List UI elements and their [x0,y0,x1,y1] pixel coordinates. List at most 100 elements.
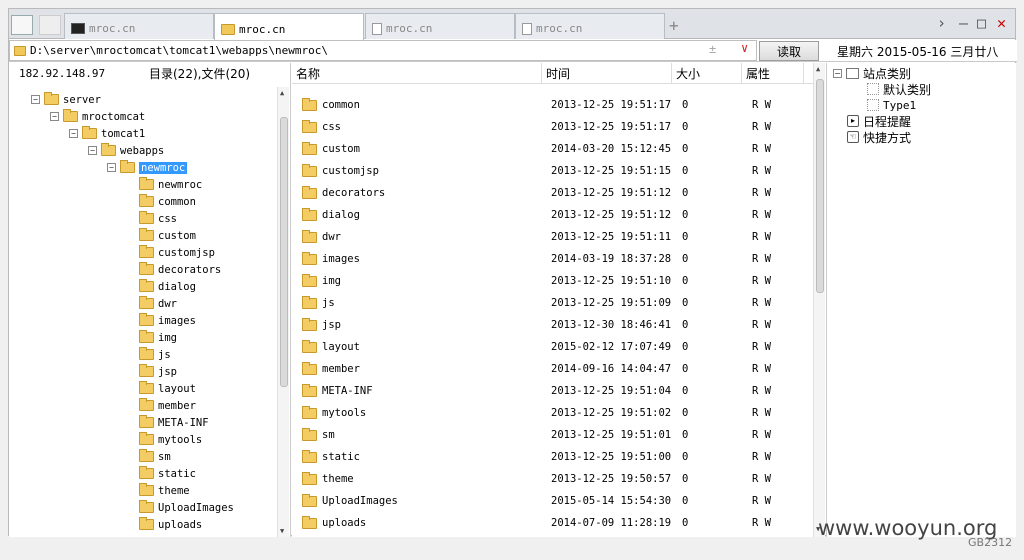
file-row[interactable]: decorators 2013-12-25 19:51:12 0 R W [292,182,813,204]
file-row[interactable]: custom 2014-03-20 15:12:45 0 R W [292,138,813,160]
file-row[interactable]: customjsp 2013-12-25 19:51:15 0 R W [292,160,813,182]
file-attr: R W [752,451,771,463]
chevron-right-icon[interactable]: › [937,14,946,32]
tree-item[interactable]: common [126,193,196,210]
file-time: 2013-12-25 19:51:10 [551,275,672,287]
file-row[interactable]: theme 2013-12-25 19:50:57 0 R W [292,468,813,490]
folder-icon [139,279,154,292]
tree-item[interactable]: META-INF [126,414,209,431]
tab-4[interactable]: mroc.cn [515,13,665,39]
tree-item[interactable]: img [126,329,177,346]
tree-item-site-category[interactable]: − 站点类别 [833,65,911,81]
collapse-icon[interactable]: − [31,95,40,104]
tree-item[interactable]: custom [126,227,196,244]
sidebar-toggle-button[interactable] [11,15,33,35]
scroll-up-icon[interactable]: ▲ [816,65,820,73]
tree-item[interactable]: dialog [126,278,196,295]
collapse-icon[interactable]: − [107,163,116,172]
collapse-icon[interactable]: − [69,129,78,138]
column-attr[interactable]: 属性 [742,63,804,83]
tree-item[interactable]: − tomcat1 [69,125,145,142]
scroll-down-icon[interactable]: ▼ [280,527,284,535]
file-time: 2014-09-16 14:04:47 [551,363,672,375]
tree-item[interactable]: − mroctomcat [50,108,145,125]
tree-item[interactable]: − webapps [88,142,164,159]
file-row[interactable]: jsp 2013-12-30 18:46:41 0 R W [292,314,813,336]
tree-item[interactable]: − newmroc [107,159,188,176]
tree-item-type1[interactable]: Type1 [867,97,916,113]
file-name: UploadImages [322,495,398,507]
file-row[interactable]: sm 2013-12-25 19:51:01 0 R W [292,424,813,446]
tree-item-shortcuts[interactable]: ☜ 快捷方式 [847,129,911,145]
chevron-down-icon[interactable]: ∨ [741,41,748,55]
tree-item[interactable]: − server [31,91,101,108]
maximize-button[interactable]: □ [977,14,986,32]
file-size: 0 [682,275,689,287]
tree-item[interactable]: css [126,210,177,227]
close-button[interactable]: ✕ [997,14,1006,32]
tree-item-default-category[interactable]: 默认类别 [867,81,931,97]
file-row[interactable]: member 2014-09-16 14:04:47 0 R W [292,358,813,380]
file-row[interactable]: dialog 2013-12-25 19:51:12 0 R W [292,204,813,226]
blank-tab-button[interactable] [39,15,61,35]
file-size: 0 [682,187,689,199]
column-size[interactable]: 大小 [672,63,742,83]
read-button[interactable]: 读取 [759,41,819,61]
tree-item[interactable]: static [126,465,196,482]
file-name: css [322,121,341,133]
tree-item-label: common [158,195,196,208]
scroll-thumb[interactable] [280,117,288,387]
new-tab-button[interactable]: + [669,16,679,35]
file-row[interactable]: mytools 2013-12-25 19:51:02 0 R W [292,402,813,424]
path-input[interactable]: D:\server\mroctomcat\tomcat1\webapps\new… [9,40,757,61]
file-list-scrollbar[interactable]: ▲ ▼ [813,63,825,537]
tree-item[interactable]: customjsp [126,244,215,261]
tab-label: mroc.cn [89,22,136,35]
file-row[interactable]: img 2013-12-25 19:51:10 0 R W [292,270,813,292]
file-row[interactable]: css 2013-12-25 19:51:17 0 R W [292,116,813,138]
tree-scrollbar[interactable]: ▲ ▼ [277,87,289,537]
file-row[interactable]: layout 2015-02-12 17:07:49 0 R W [292,336,813,358]
tree-item[interactable]: images [126,312,196,329]
scroll-thumb[interactable] [816,79,824,293]
tree-item[interactable]: layout [126,380,196,397]
tree-item[interactable]: decorators [126,261,221,278]
file-attr: R W [752,209,771,221]
file-row[interactable]: uploads 2014-07-09 11:28:19 0 R W [292,512,813,534]
folder-icon [302,97,317,111]
file-time: 2013-12-25 19:51:17 [551,99,672,111]
collapse-icon[interactable]: − [88,146,97,155]
file-row[interactable]: UploadImages 2015-05-14 15:54:30 0 R W [292,490,813,512]
tree-item[interactable]: mytools [126,431,202,448]
tree-item[interactable]: member [126,397,196,414]
file-name: img [322,275,341,287]
column-name[interactable]: 名称 [292,63,542,83]
tab-1[interactable]: mroc.cn [64,13,214,39]
plus-minus-icon[interactable]: ± [709,42,716,56]
tree-item[interactable]: jsp [126,363,177,380]
file-row[interactable]: common 2013-12-25 19:51:17 0 R W [292,94,813,116]
tree-item[interactable]: dwr [126,295,177,312]
file-row[interactable]: static 2013-12-25 19:51:00 0 R W [292,446,813,468]
tree-item[interactable]: js [126,346,171,363]
column-time[interactable]: 时间 [542,63,672,83]
collapse-icon[interactable]: − [833,68,842,78]
tab-3[interactable]: mroc.cn [365,13,515,39]
minimize-button[interactable]: – [959,14,968,32]
tree-item[interactable]: UploadImages [126,499,234,516]
file-time: 2013-12-25 19:51:02 [551,407,672,419]
file-row[interactable]: images 2014-03-19 18:37:28 0 R W [292,248,813,270]
tree-item-schedule[interactable]: ▸ 日程提醒 [847,113,911,129]
file-row[interactable]: dwr 2013-12-25 19:51:11 0 R W [292,226,813,248]
file-row[interactable]: js 2013-12-25 19:51:09 0 R W [292,292,813,314]
folder-icon [221,23,235,35]
scroll-up-icon[interactable]: ▲ [280,89,284,97]
tree-item[interactable]: uploads [126,516,202,533]
tree-item[interactable]: newmroc [126,176,202,193]
tree-item[interactable]: theme [126,482,190,499]
path-value: D:\server\mroctomcat\tomcat1\webapps\new… [30,44,329,57]
tree-item[interactable]: sm [126,448,171,465]
collapse-icon[interactable]: − [50,112,59,121]
tab-2[interactable]: mroc.cn [214,13,364,40]
file-row[interactable]: META-INF 2013-12-25 19:51:04 0 R W [292,380,813,402]
